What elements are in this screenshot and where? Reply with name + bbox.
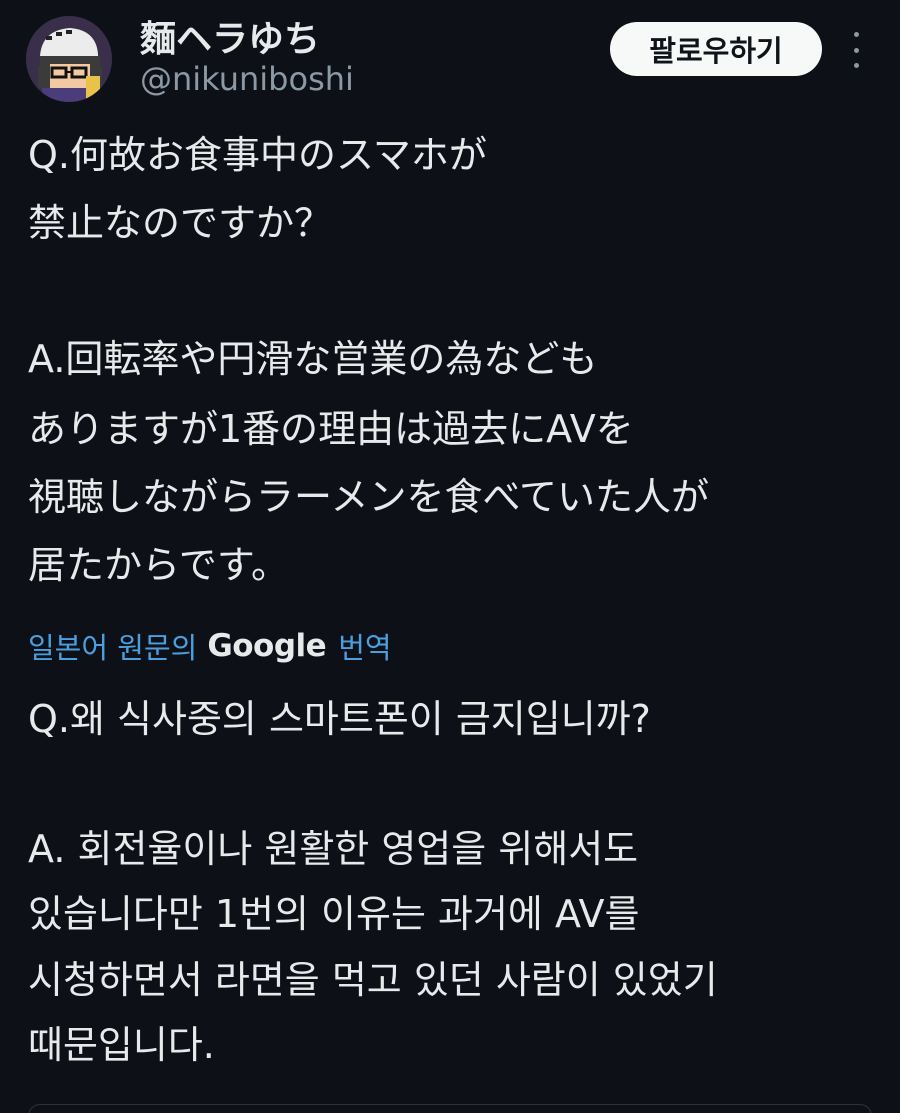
tweet-line: 居たからです。 [28,543,290,587]
next-card-edge [28,1104,872,1113]
user-handle[interactable]: @nikuniboshi [140,60,354,98]
vertical-ellipsis-icon[interactable] [846,32,866,68]
tweet-line: ありますが1番の理由は過去にAVを [28,407,634,451]
google-logo: Google [207,628,327,664]
translated-line: 때문입니다. [28,1023,215,1067]
translation-link[interactable]: 일본어 원문의 Google 번역 [28,622,392,670]
translated-line: A. 회전율이나 원활한 영업을 위해서도 [28,827,639,871]
tweet-line: A.回転率や円滑な営業の為なども [28,337,598,381]
tweet-line: 禁止なのですか？ [28,201,333,245]
translated-line: Q.왜 식사중의 스마트폰이 금지입니까? [28,697,651,741]
tweet-line: Q.何故お食事中のスマホが [28,133,487,177]
translation-prefix: 일본어 원문의 [28,631,198,665]
follow-button[interactable]: 팔로우하기 [610,22,822,76]
translated-line: 시청하면서 라면을 먹고 있던 사람이 있었기 [28,958,718,1002]
pixel-art-avatar-icon [26,16,112,102]
avatar[interactable] [26,16,112,102]
translation-suffix: 번역 [338,631,392,665]
tweet-line: 視聴しながらラーメンを食べていた人が [28,475,709,519]
display-name[interactable]: 麵ヘラゆち [140,10,320,62]
tweet-screen: 麵ヘラゆち @nikuniboshi 팔로우하기 Q.何故お食事中のスマホが 禁… [0,0,900,1113]
translated-line: 있습니다만 1번의 이유는 과거에 AV를 [28,892,640,936]
